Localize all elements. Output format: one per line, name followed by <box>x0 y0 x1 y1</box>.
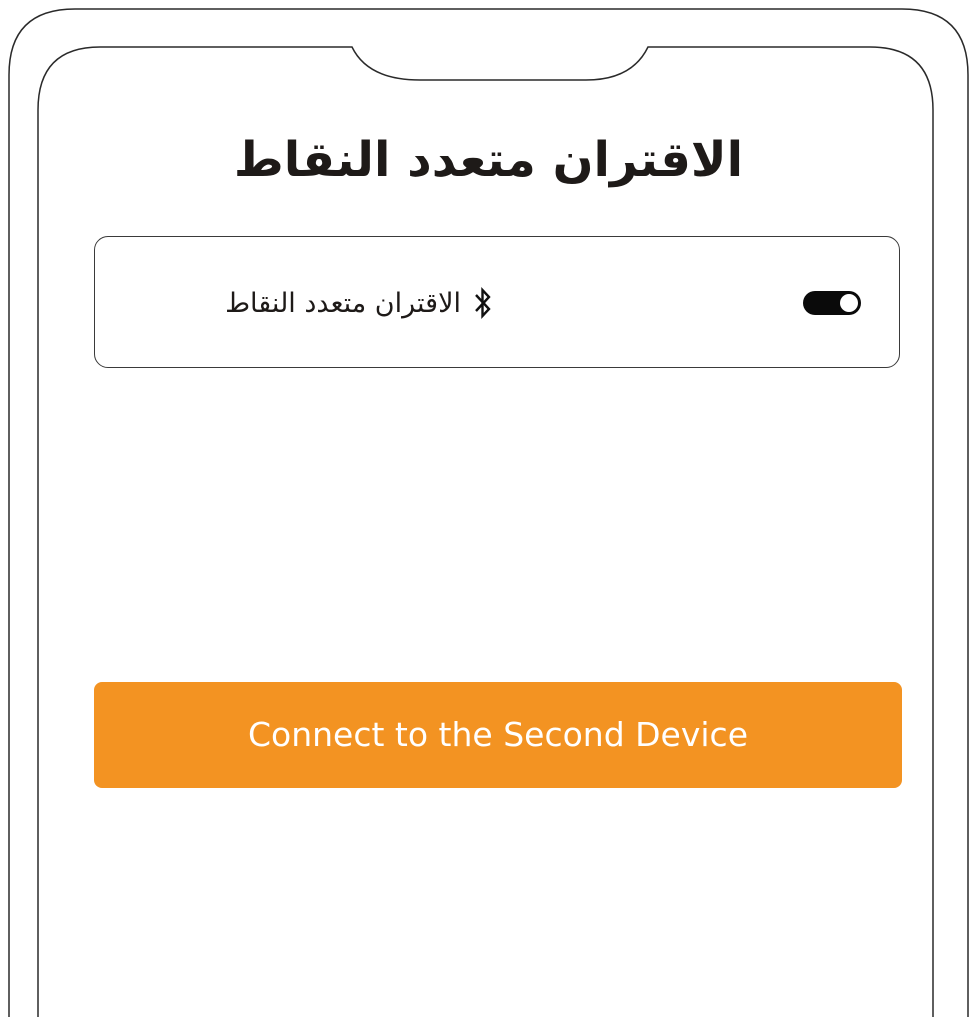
setting-label-group: الاقتران متعدد النقاط <box>225 279 493 327</box>
multipoint-toggle[interactable] <box>803 291 861 315</box>
setting-label: الاقتران متعدد النقاط <box>225 287 461 319</box>
multipoint-pairing-card: الاقتران متعدد النقاط <box>94 236 900 368</box>
toggle-knob <box>840 294 858 312</box>
bluetooth-icon <box>473 286 493 320</box>
page-title: الاقتران متعدد النقاط <box>233 132 744 188</box>
connect-second-device-button[interactable]: Connect to the Second Device <box>94 682 902 788</box>
